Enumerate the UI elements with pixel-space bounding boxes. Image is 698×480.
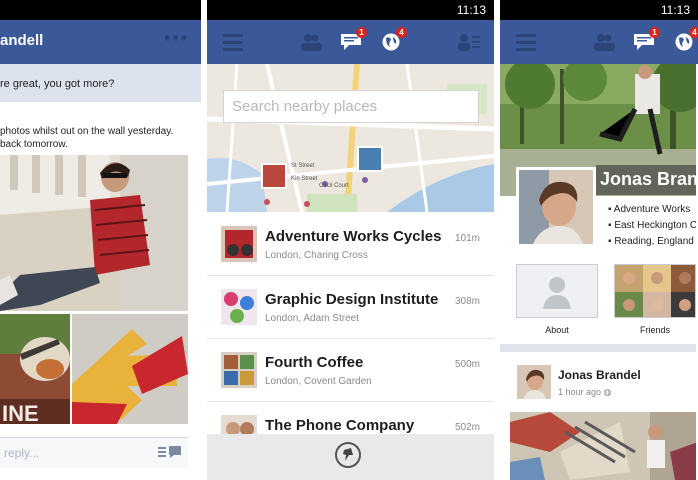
globe-icon[interactable]: 4 — [379, 27, 407, 54]
place-name: Graphic Design Institute — [265, 291, 439, 308]
menu-icon[interactable] — [221, 30, 245, 54]
message-text: re great, you got more? — [0, 78, 115, 90]
place-list-item[interactable]: Adventure Works Cycles London, Charing C… — [207, 213, 494, 276]
message-body: photos whilst out on the wall yesterday.… — [0, 102, 201, 151]
menu-icon[interactable] — [514, 30, 538, 54]
more-dots-icon[interactable]: ••• — [164, 28, 189, 49]
globe-icon: ◍ — [603, 387, 612, 397]
map-label: St Street — [291, 163, 315, 169]
place-name: Adventure Works Cycles — [265, 228, 442, 245]
messages-badge: 1 — [649, 27, 660, 38]
nearby-map[interactable]: St Street Cecil Court Kin Street Search … — [207, 64, 494, 212]
app-header: 1 4 — [207, 20, 494, 64]
place-distance: 308m — [454, 296, 480, 307]
place-name: The Phone Company — [265, 417, 415, 434]
conversation-header: andell ••• — [0, 20, 201, 64]
place-thumbnail — [221, 352, 257, 388]
message-line: photos whilst out on the wall yesterday. — [0, 126, 174, 137]
status-time: 11:13 — [456, 3, 486, 17]
message-line: back tomorrow. — [0, 139, 68, 150]
profile-work: Adventure Works — [608, 202, 697, 218]
notifications-badge: 4 — [396, 27, 407, 38]
place-list-item[interactable]: Graphic Design Institute London, Adam St… — [207, 276, 494, 339]
place-distance: 502m — [454, 422, 480, 433]
place-distance: 500m — [454, 359, 480, 370]
messages-icon[interactable]: 1 — [339, 27, 367, 54]
post-author-name[interactable]: Jonas Brandel — [558, 368, 641, 382]
profile-name: Jonas Brandel — [600, 169, 698, 189]
conversation-screen: andell ••• re great, you got more? photo… — [0, 0, 201, 480]
profile-home: East Heckington C — [608, 218, 697, 234]
status-bar: 11:13 — [207, 0, 494, 20]
avatar[interactable] — [516, 167, 596, 247]
place-list-item[interactable]: Fourth Coffee London, Covent Garden 500m — [207, 339, 494, 402]
place-thumbnail — [221, 226, 257, 262]
place-location: London, Charing Cross — [265, 250, 368, 261]
post-timestamp: 1 hour ago ◍ — [558, 387, 611, 398]
profile-screen: 11:13 1 4 Jonas Bran ▪ Adventure Works ▪… — [500, 0, 698, 480]
friends-icon[interactable] — [299, 30, 323, 54]
send-icon[interactable] — [158, 445, 182, 464]
shared-photo-main[interactable] — [0, 155, 188, 311]
pin-icon[interactable] — [335, 442, 361, 468]
shared-photo-arrow[interactable] — [72, 314, 188, 424]
friends-label: Friends — [639, 325, 670, 335]
post-author-avatar[interactable] — [517, 365, 551, 399]
conversation-title: andell — [0, 32, 44, 49]
profile-info-list: Adventure Works East Heckington C Readin… — [608, 202, 697, 250]
map-label: Kin Street — [291, 176, 318, 182]
message-bubble-incoming: re great, you got more? — [0, 64, 201, 102]
place-location: London, Covent Garden — [265, 376, 372, 387]
post-time-text: 1 hour ago — [558, 387, 602, 397]
reply-input[interactable]: reply... — [0, 437, 188, 468]
post-photo[interactable] — [510, 412, 698, 480]
app-bar-bottom — [207, 434, 494, 480]
shared-photo-pottery[interactable]: INE — [0, 314, 70, 424]
notifications-badge: 4 — [689, 27, 698, 38]
place-distance: 101m — [454, 233, 480, 244]
about-tile[interactable] — [516, 264, 598, 318]
friend-requests-icon[interactable] — [457, 30, 481, 54]
friends-icon[interactable] — [592, 30, 616, 54]
app-header: 1 4 — [500, 20, 698, 64]
friends-tile[interactable] — [614, 264, 696, 318]
map-label: Cecil Court — [319, 183, 349, 189]
search-placeholder: Search nearby places — [232, 98, 378, 115]
about-label: About — [545, 325, 569, 335]
search-input[interactable]: Search nearby places — [223, 90, 479, 123]
divider — [500, 344, 698, 352]
status-time: 11:13 — [660, 3, 690, 17]
messages-icon[interactable]: 1 — [632, 27, 660, 54]
nearby-places-screen: 11:13 1 4 St Street Cecil Court Kin Stre… — [207, 0, 494, 480]
status-bar: 11:13 — [500, 0, 698, 20]
status-bar — [0, 0, 201, 20]
place-name: Fourth Coffee — [265, 354, 364, 371]
profile-name-band: Jonas Brandel — [596, 165, 698, 195]
svg-text:INE: INE — [2, 401, 39, 424]
profile-location: Reading, England — [608, 234, 697, 250]
place-location: London, Adam Street — [265, 313, 359, 324]
globe-icon[interactable]: 4 — [672, 27, 698, 54]
place-thumbnail — [221, 289, 257, 325]
messages-badge: 1 — [356, 27, 367, 38]
reply-placeholder: reply... — [4, 446, 40, 460]
